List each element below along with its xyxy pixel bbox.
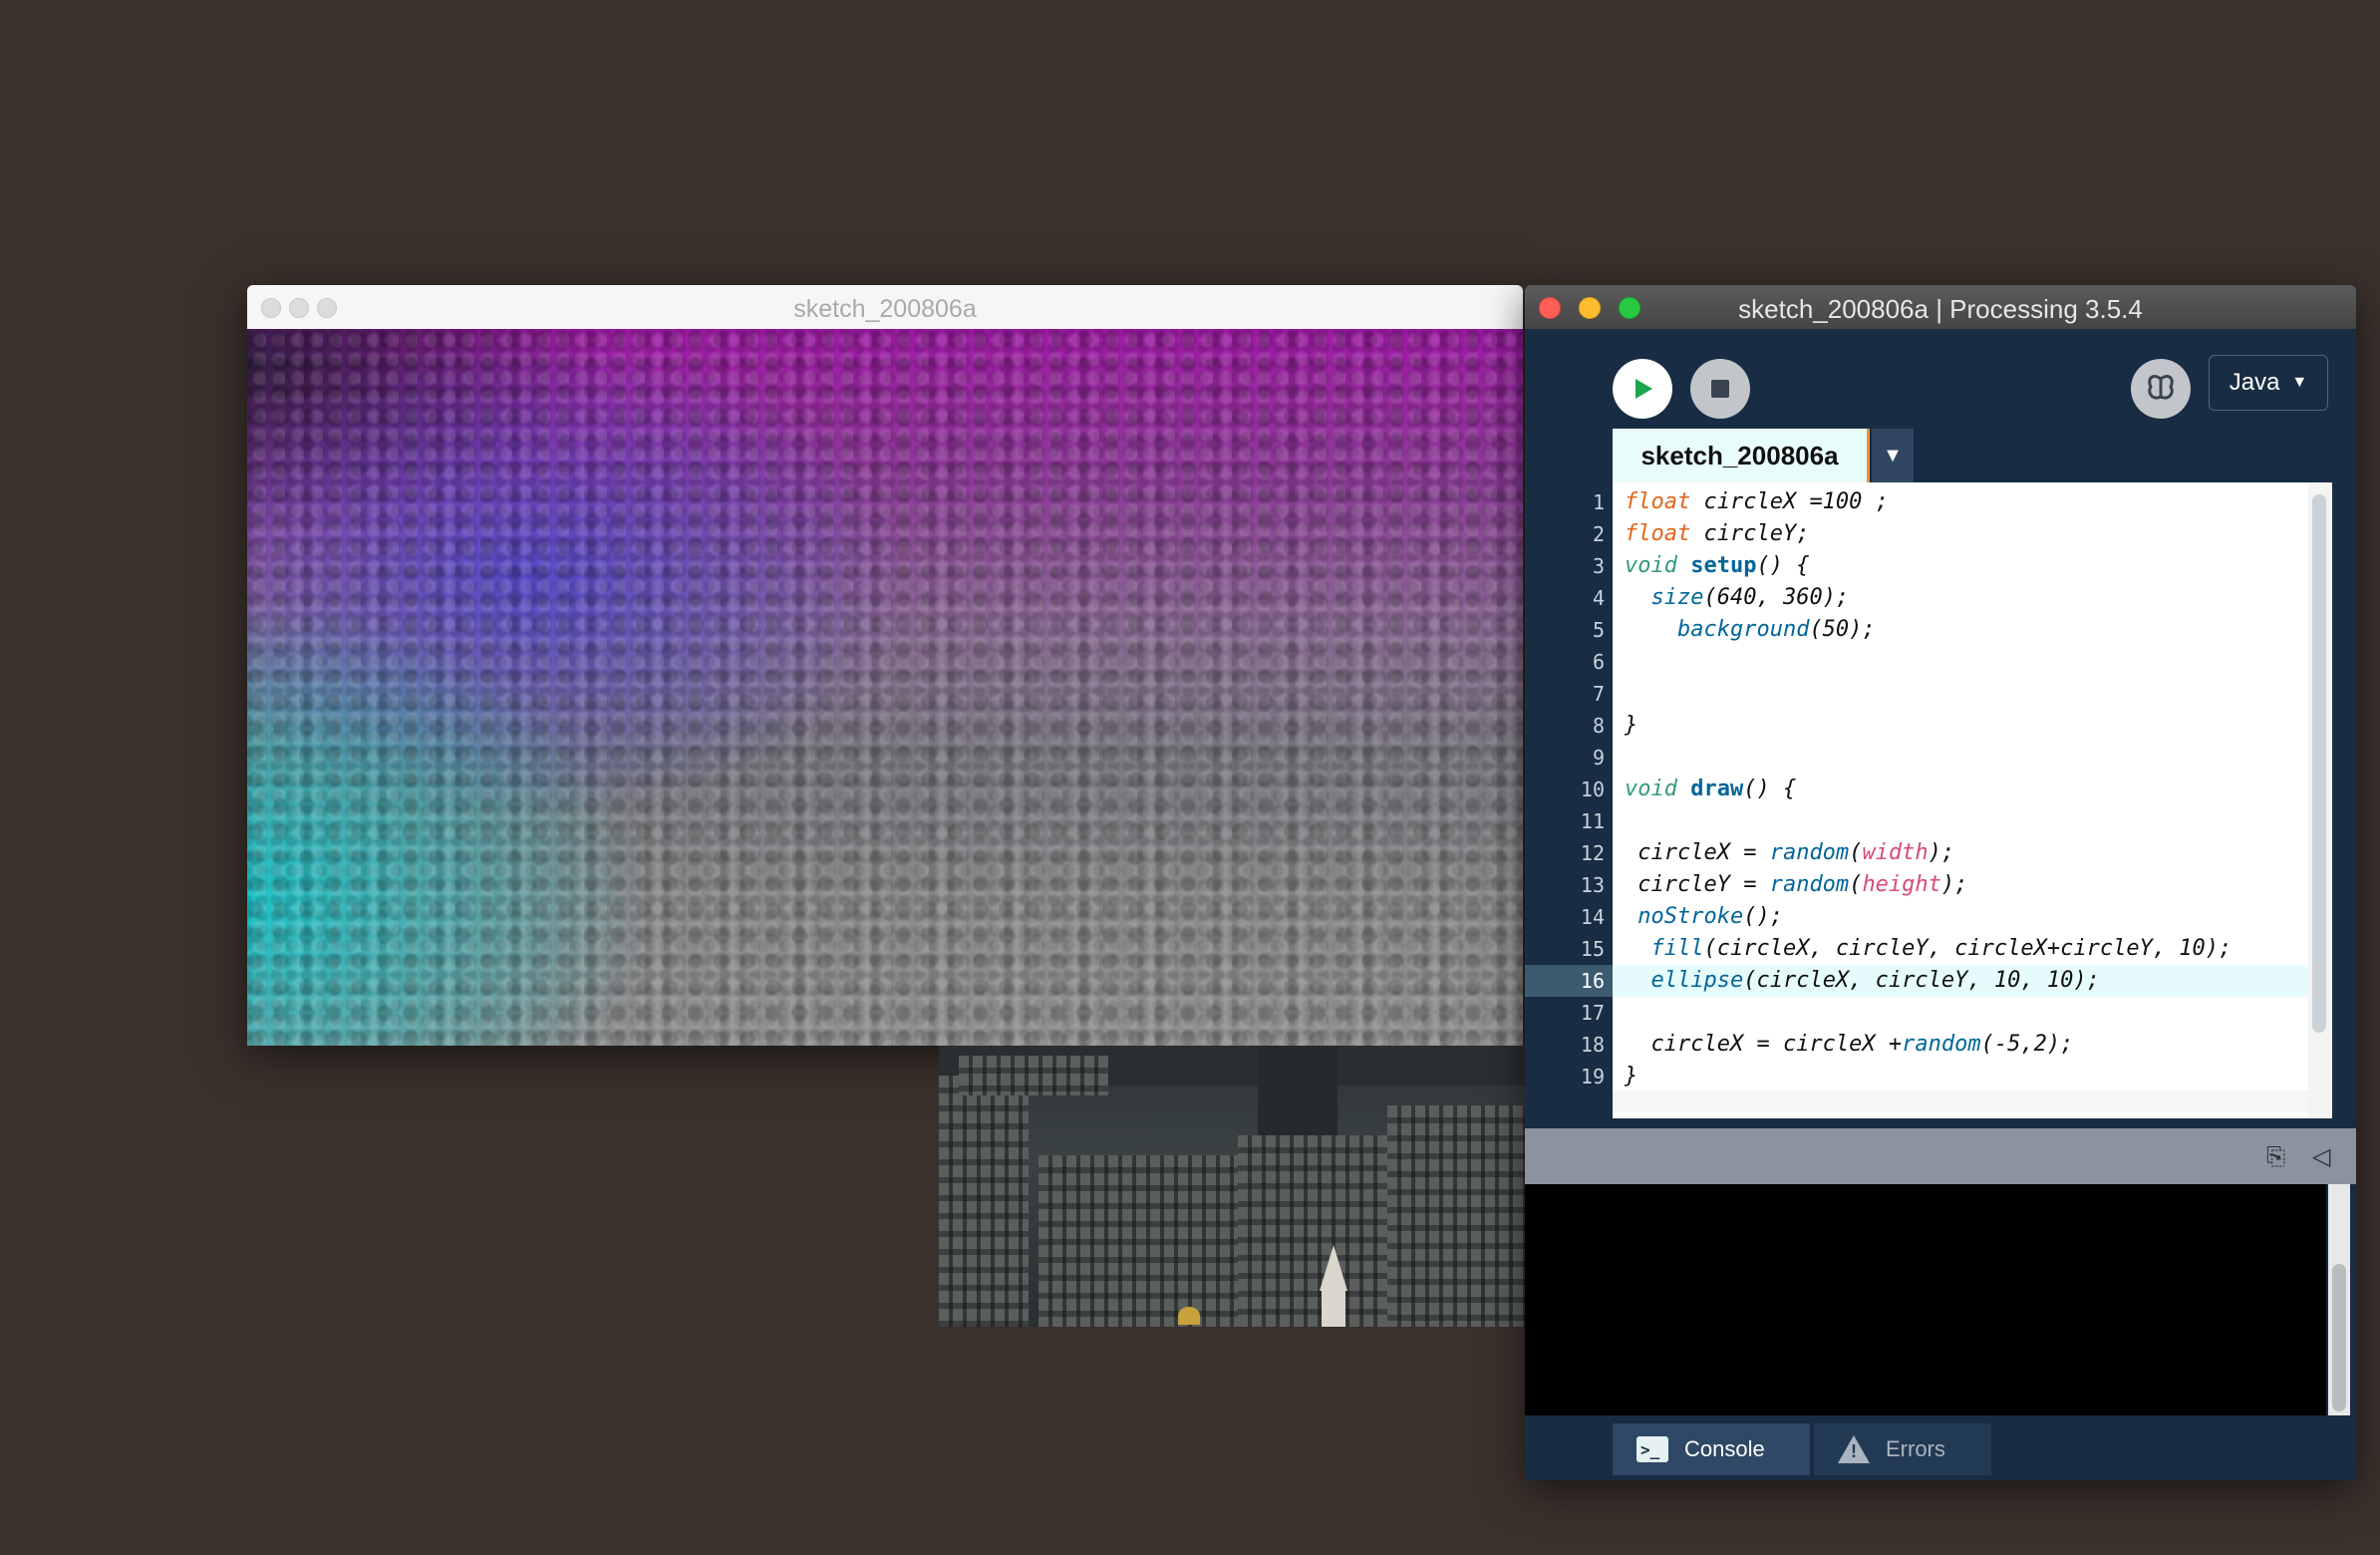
code-line[interactable]: 11: [1525, 805, 2332, 837]
code-text: }: [1625, 713, 1638, 738]
line-number: 10: [1580, 778, 1605, 801]
code-lines: 1 float circleX =100 ; 2 float circleY; 3 voi…: [1525, 486, 2332, 1092]
tab-errors-label: Errors: [1886, 1436, 1945, 1461]
code-line[interactable]: 15 fill(circleX, circleY, circleX+circle…: [1525, 933, 2332, 965]
sketch-titlebar[interactable]: sketch_200806a: [247, 285, 1523, 330]
tab-console[interactable]: >_ Console: [1613, 1423, 1810, 1475]
code-text: ellipse(circleX, circleY, 10, 10);: [1650, 968, 2100, 993]
console-divider[interactable]: ⎘ ◁: [1525, 1128, 2356, 1184]
code-line[interactable]: 16 ellipse(circleX, circleY, 10, 10);: [1525, 965, 2332, 997]
tab-sketch[interactable]: sketch_200806a: [1613, 429, 1870, 482]
stop-icon: [1711, 380, 1729, 398]
bottom-tabs: >_ Console Errors: [1525, 1417, 2356, 1480]
console-scrollbar-thumb[interactable]: [2332, 1264, 2346, 1411]
code-text: float circleY;: [1625, 521, 1810, 546]
code-line[interactable]: 7: [1525, 678, 2332, 710]
code-text: background(50);: [1676, 617, 1876, 642]
line-number: 6: [1592, 650, 1605, 674]
code-line[interactable]: 3 void setup() {: [1525, 550, 2332, 582]
line-number: 5: [1592, 618, 1605, 642]
toolbar: Java ▼: [1525, 329, 2356, 429]
triangle-left-icon[interactable]: ◁: [2312, 1142, 2340, 1170]
line-number: 9: [1592, 746, 1605, 770]
line-number: 17: [1580, 1001, 1605, 1025]
code-line[interactable]: 8}: [1525, 710, 2332, 742]
line-number: 3: [1592, 554, 1605, 578]
code-line[interactable]: 17: [1525, 997, 2332, 1029]
code-text: size(640, 360);: [1650, 585, 1850, 610]
code-text: circleY = random(height);: [1625, 872, 1968, 897]
ide-titlebar[interactable]: sketch_200806a | Processing 3.5.4: [1525, 285, 2356, 329]
tab-menu-button[interactable]: ▼: [1872, 429, 1914, 482]
code-line[interactable]: 14 noStroke();: [1525, 901, 2332, 933]
code-line[interactable]: 13 circleY = random(height);: [1525, 869, 2332, 901]
code-text: void setup() {: [1625, 553, 1810, 578]
code-line[interactable]: 2 float circleY;: [1525, 518, 2332, 550]
line-number: 11: [1580, 809, 1605, 833]
chevron-down-icon: ▼: [1883, 444, 1903, 466]
line-number: 2: [1592, 522, 1605, 546]
play-icon: [1636, 379, 1652, 399]
code-line[interactable]: 18 circleX = circleX +random(-5,2);: [1525, 1029, 2332, 1061]
line-number: 7: [1592, 682, 1605, 706]
code-text: }: [1625, 1064, 1638, 1088]
code-line[interactable]: 9: [1525, 742, 2332, 774]
console-output[interactable]: [1525, 1184, 2326, 1415]
code-text: noStroke();: [1637, 904, 1783, 929]
line-number: 16: [1580, 969, 1605, 993]
sketch-window-title: sketch_200806a: [793, 295, 977, 323]
horizontal-scrollbar[interactable]: [1613, 1090, 2308, 1112]
terminal-icon: >_: [1636, 1436, 1668, 1462]
run-button[interactable]: [1613, 359, 1672, 419]
debug-button[interactable]: [2131, 359, 2191, 419]
code-text: float circleX =100 ;: [1625, 489, 1889, 514]
line-number: 1: [1592, 490, 1605, 514]
console-scrollbar[interactable]: [2328, 1184, 2350, 1415]
scrollbar-thumb[interactable]: [2312, 494, 2326, 1033]
line-number: 13: [1580, 873, 1605, 897]
code-text: circleX = circleX +random(-5,2);: [1625, 1032, 2074, 1057]
code-line[interactable]: 6: [1525, 646, 2332, 678]
code-line[interactable]: 12 circleX = random(width);: [1525, 837, 2332, 869]
copy-icon[interactable]: ⎘: [2266, 1142, 2294, 1170]
line-number: 8: [1592, 714, 1605, 738]
code-line[interactable]: 4 size(640, 360);: [1525, 582, 2332, 614]
ide-window: sketch_200806a | Processing 3.5.4 Java ▼…: [1525, 285, 2356, 1480]
code-line[interactable]: 19}: [1525, 1061, 2332, 1092]
tab-errors[interactable]: Errors: [1814, 1423, 1991, 1475]
code-line[interactable]: 5 background(50);: [1525, 614, 2332, 646]
chevron-down-icon: ▼: [2291, 374, 2308, 391]
stop-button[interactable]: [1690, 359, 1750, 419]
tab-console-label: Console: [1684, 1436, 1765, 1461]
butterfly-icon: [2148, 375, 2174, 400]
code-text: fill(circleX, circleY, circleX+circleY, …: [1650, 936, 2232, 961]
ide-window-title: sketch_200806a | Processing 3.5.4: [1738, 294, 2143, 324]
code-text: circleX = random(width);: [1625, 840, 1955, 865]
code-text: void draw() {: [1625, 777, 1797, 801]
line-number: 4: [1592, 586, 1605, 610]
code-line[interactable]: 10 void draw() {: [1525, 774, 2332, 805]
line-number: 14: [1580, 905, 1605, 929]
editor-tabbar: sketch_200806a ▼: [1525, 429, 2356, 482]
code-line[interactable]: 1 float circleX =100 ;: [1525, 486, 2332, 518]
code-editor[interactable]: 1 float circleX =100 ; 2 float circleY; 3 voi…: [1525, 482, 2332, 1118]
line-number: 19: [1580, 1065, 1605, 1088]
mode-label: Java: [2229, 369, 2280, 396]
warning-icon: [1838, 1435, 1870, 1463]
background-photo: [939, 1046, 1525, 1327]
line-number: 18: [1580, 1033, 1605, 1057]
mode-selector[interactable]: Java ▼: [2209, 355, 2328, 411]
line-number: 12: [1580, 841, 1605, 865]
sketch-window: sketch_200806a: [247, 285, 1523, 1046]
line-number: 15: [1580, 937, 1605, 961]
sketch-canvas[interactable]: [247, 329, 1523, 1046]
